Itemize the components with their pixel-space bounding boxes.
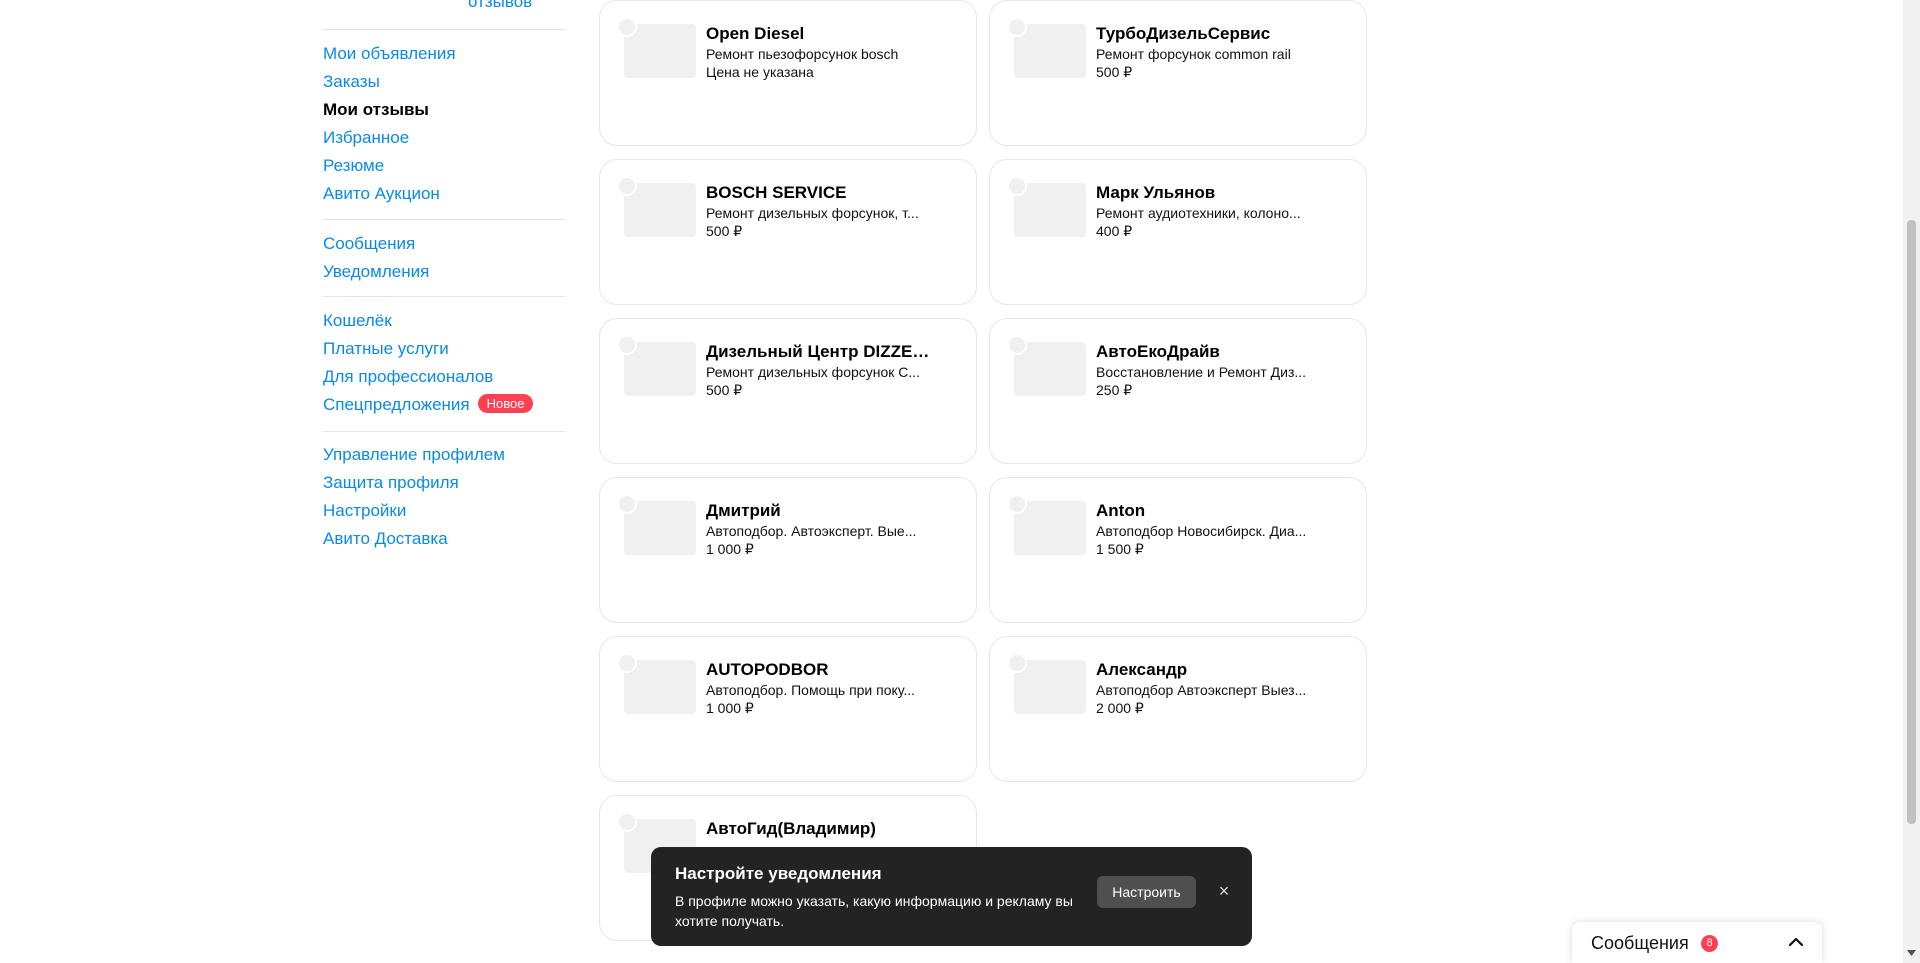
reviews-count-link[interactable]: отзывов: [468, 0, 532, 12]
sidebar-item-paid-services[interactable]: Платные услуги: [323, 335, 565, 363]
sidebar-divider: [323, 431, 565, 432]
seller-avatar: [617, 494, 637, 514]
service-card-price: 500 ₽: [706, 223, 743, 239]
service-card-price: 400 ₽: [1096, 223, 1133, 239]
service-card[interactable]: АвтоЕкоДрайв Восстановление и Ремонт Диз…: [989, 318, 1367, 464]
scrollbar-thumb[interactable]: [1907, 220, 1916, 824]
service-card-description: Ремонт аудиотехники, колоно...: [1096, 205, 1301, 221]
service-card[interactable]: AUTOPODBOR Автоподбор. Помощь при поку..…: [599, 636, 977, 782]
service-card-title: BOSCH SERVICE: [706, 183, 847, 202]
service-card-title: ТурбоДизельСервис: [1096, 24, 1271, 43]
service-card[interactable]: ТурбоДизельСервис Ремонт форсунок common…: [989, 0, 1367, 146]
service-card-title: Александр: [1096, 660, 1188, 679]
service-card-description: Восстановление и Ремонт Диз...: [1096, 364, 1307, 380]
service-card-description: Автоподбор. Помощь при поку...: [706, 682, 916, 698]
seller-avatar: [617, 17, 637, 37]
service-card-price: Цена не указана: [706, 64, 814, 80]
service-card-price: 500 ₽: [706, 382, 743, 398]
messages-count-badge: 8: [1701, 935, 1718, 952]
service-card-description: Автоподбор Новосибирск. Диа...: [1096, 523, 1307, 539]
sidebar-item-avito-delivery[interactable]: Авито Доставка: [323, 525, 565, 553]
service-card-description: Ремонт пьезофорсунок bosch: [706, 46, 899, 62]
sidebar-item-profile-management[interactable]: Управление профилем: [323, 441, 565, 469]
sidebar-item-auction[interactable]: Авито Аукцион: [323, 180, 565, 208]
service-card-title: Дизельный Центр DIZZEL ...: [706, 342, 931, 361]
service-card-description: Ремонт дизельных форсунок, т...: [706, 205, 919, 221]
service-card-description: Ремонт форсунок common rail: [1096, 46, 1291, 62]
notification-settings-toast: Настройте уведомления В профиле можно ук…: [651, 847, 1252, 946]
service-card-title: АвтоГид(Владимир): [706, 819, 876, 838]
sidebar-item-my-reviews: Мои отзывы: [323, 100, 429, 119]
seller-avatar: [617, 335, 637, 355]
sidebar-divider: [323, 219, 565, 220]
sidebar-item-profile-protection[interactable]: Защита профиля: [323, 469, 565, 497]
service-card-description: Автоподбор Автоэксперт Выез...: [1096, 682, 1307, 698]
sidebar-item-resume[interactable]: Резюме: [323, 152, 565, 180]
service-card-title: AUTOPODBOR: [706, 660, 829, 679]
seller-avatar: [617, 176, 637, 196]
toast-text: В профиле можно указать, какую информаци…: [675, 893, 1073, 929]
seller-avatar: [1007, 653, 1027, 673]
service-card[interactable]: Дмитрий Автоподбор. Автоэксперт. Вые... …: [599, 477, 977, 623]
service-card-title: Дмитрий: [706, 501, 781, 520]
messages-widget-label: Сообщения: [1591, 933, 1689, 953]
sidebar-item-special-offers[interactable]: Спецпредложения Новое: [323, 391, 565, 419]
scroll-down-arrow-icon[interactable]: [1906, 948, 1917, 958]
service-card-description: Ремонт дизельных форсунок С...: [706, 364, 921, 380]
service-card-price: 1 000 ₽: [706, 700, 754, 716]
service-card[interactable]: BOSCH SERVICE Ремонт дизельных форсунок,…: [599, 159, 977, 305]
new-badge: Новое: [477, 394, 534, 413]
service-card-price: 1 500 ₽: [1096, 541, 1144, 557]
close-icon[interactable]: ×: [1215, 882, 1233, 900]
sidebar-item-orders[interactable]: Заказы: [323, 68, 565, 96]
sidebar-item-messages[interactable]: Сообщения: [323, 230, 565, 258]
service-card-price: 250 ₽: [1096, 382, 1133, 398]
configure-button[interactable]: Настроить: [1097, 876, 1196, 908]
sidebar-item-special-offers-label: Спецпредложения: [323, 395, 470, 414]
service-card[interactable]: Дизельный Центр DIZZEL ... Ремонт дизель…: [599, 318, 977, 464]
seller-avatar: [1007, 17, 1027, 37]
toast-title: Настройте уведомления: [675, 864, 882, 883]
service-card-price: 2 000 ₽: [1096, 700, 1144, 716]
seller-avatar: [1007, 176, 1027, 196]
service-card[interactable]: Александр Автоподбор Автоэксперт Выез...…: [989, 636, 1367, 782]
service-card-price: 1 000 ₽: [706, 541, 754, 557]
service-card-title: Марк Ульянов: [1096, 183, 1216, 202]
service-card-description: Автоподбор. Автоэксперт. Вые...: [706, 523, 917, 539]
seller-avatar: [617, 812, 637, 832]
service-card[interactable]: Open Diesel Ремонт пьезофорсунок bosch Ц…: [599, 0, 977, 146]
seller-avatar: [1007, 335, 1027, 355]
sidebar-item-my-ads[interactable]: Мои объявления: [323, 40, 565, 68]
chevron-up-icon[interactable]: [1786, 932, 1806, 952]
sidebar-item-wallet[interactable]: Кошелёк: [323, 307, 565, 335]
sidebar-group-finance: Кошелёк Платные услуги Для профессионало…: [323, 307, 565, 419]
sidebar-item-favorites[interactable]: Избранное: [323, 124, 565, 152]
service-card-title: Open Diesel: [706, 24, 805, 43]
sidebar-group-communication: Сообщения Уведомления: [323, 230, 565, 286]
sidebar-group-ads: Мои объявления Заказы Мои отзывы Избранн…: [323, 40, 565, 208]
service-card-price: 500 ₽: [1096, 64, 1133, 80]
sidebar-group-profile: Управление профилем Защита профиля Настр…: [323, 441, 565, 553]
messages-widget[interactable]: Сообщения 8: [1572, 922, 1822, 963]
seller-avatar: [617, 653, 637, 673]
sidebar-item-for-professionals[interactable]: Для профессионалов: [323, 363, 565, 391]
service-card-title: Anton: [1096, 501, 1146, 520]
service-card-title: АвтоЕкоДрайв: [1096, 342, 1220, 361]
sidebar-divider: [323, 29, 565, 30]
service-card[interactable]: Марк Ульянов Ремонт аудиотехники, колоно…: [989, 159, 1367, 305]
sidebar-item-notifications[interactable]: Уведомления: [323, 258, 565, 286]
seller-avatar: [1007, 494, 1027, 514]
service-card[interactable]: Anton Автоподбор Новосибирск. Диа... 1 5…: [989, 477, 1367, 623]
sidebar-divider: [323, 296, 565, 297]
sidebar-item-settings[interactable]: Настройки: [323, 497, 565, 525]
